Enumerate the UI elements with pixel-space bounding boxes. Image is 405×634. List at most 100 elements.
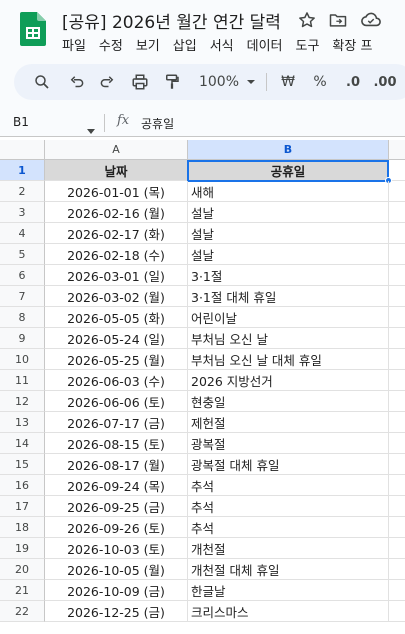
row-number[interactable]: 22 — [0, 601, 45, 622]
menu-format[interactable]: 서식 — [210, 35, 241, 54]
holiday-cell[interactable]: 부처님 오신 날 — [188, 328, 389, 349]
empty-cell[interactable] — [389, 349, 405, 370]
holiday-cell[interactable]: 새해 — [188, 181, 389, 202]
row-number[interactable]: 10 — [0, 349, 45, 370]
date-cell[interactable]: 2026-03-02 (월) — [45, 286, 188, 307]
holiday-cell[interactable]: 제헌절 — [188, 412, 389, 433]
empty-cell[interactable] — [389, 580, 405, 601]
holiday-cell[interactable]: 광복절 — [188, 433, 389, 454]
date-cell[interactable]: 2026-06-03 (수) — [45, 370, 188, 391]
empty-cell[interactable] — [389, 286, 405, 307]
name-box[interactable]: B1 — [13, 115, 29, 129]
empty-cell[interactable] — [389, 181, 405, 202]
header-cell-date[interactable]: 날짜 — [45, 160, 188, 181]
paint-format-icon[interactable] — [158, 64, 186, 100]
empty-cell[interactable] — [389, 202, 405, 223]
menu-edit[interactable]: 수정 — [99, 35, 130, 54]
empty-cell[interactable] — [389, 328, 405, 349]
row-number[interactable]: 16 — [0, 475, 45, 496]
sheets-logo-icon[interactable] — [20, 12, 46, 46]
holiday-cell[interactable]: 2026 지방선거 — [188, 370, 389, 391]
date-cell[interactable]: 2026-05-25 (월) — [45, 349, 188, 370]
row-number[interactable]: 19 — [0, 538, 45, 559]
row-number[interactable]: 11 — [0, 370, 45, 391]
select-all-corner[interactable] — [0, 140, 45, 160]
header-cell-holiday[interactable]: 공휴일 — [188, 160, 389, 181]
search-menus-icon[interactable] — [28, 64, 56, 100]
empty-cell[interactable] — [389, 433, 405, 454]
date-cell[interactable]: 2026-02-16 (월) — [45, 202, 188, 223]
holiday-cell[interactable]: 한글날 — [188, 580, 389, 601]
empty-cell[interactable] — [389, 538, 405, 559]
row-number[interactable]: 14 — [0, 433, 45, 454]
formula-input[interactable]: 공휴일 — [141, 115, 174, 132]
date-cell[interactable]: 2026-03-01 (일) — [45, 265, 188, 286]
empty-cell[interactable] — [389, 412, 405, 433]
date-cell[interactable]: 2026-05-05 (화) — [45, 307, 188, 328]
decrease-decimal-button[interactable]: .0 — [340, 64, 366, 100]
row-number[interactable]: 9 — [0, 328, 45, 349]
empty-cell[interactable] — [389, 475, 405, 496]
row-number[interactable]: 8 — [0, 307, 45, 328]
date-cell[interactable]: 2026-09-24 (목) — [45, 475, 188, 496]
column-header-c[interactable] — [389, 140, 405, 160]
row-number[interactable]: 13 — [0, 412, 45, 433]
menu-tools[interactable]: 도구 — [296, 35, 327, 54]
date-cell[interactable]: 2026-08-15 (토) — [45, 433, 188, 454]
empty-cell[interactable] — [389, 601, 405, 622]
column-header-b[interactable]: B — [188, 140, 389, 160]
empty-cell[interactable] — [389, 517, 405, 538]
holiday-cell[interactable]: 3·1절 대체 휴일 — [188, 286, 389, 307]
redo-icon[interactable] — [94, 64, 120, 100]
holiday-cell[interactable]: 추석 — [188, 475, 389, 496]
document-title[interactable]: [공유] 2026년 월간 연간 달력 — [62, 8, 281, 33]
empty-cell[interactable] — [389, 391, 405, 412]
row-number[interactable]: 15 — [0, 454, 45, 475]
holiday-cell[interactable]: 설날 — [188, 244, 389, 265]
menu-insert[interactable]: 삽입 — [173, 35, 204, 54]
holiday-cell[interactable]: 크리스마스 — [188, 601, 389, 622]
empty-cell[interactable] — [389, 223, 405, 244]
date-cell[interactable]: 2026-01-01 (목) — [45, 181, 188, 202]
holiday-cell[interactable]: 설날 — [188, 223, 389, 244]
zoom-dropdown-icon[interactable] — [244, 64, 258, 100]
date-cell[interactable]: 2026-09-25 (금) — [45, 496, 188, 517]
move-to-folder-icon[interactable] — [328, 10, 348, 30]
holiday-cell[interactable]: 3·1절 — [188, 265, 389, 286]
holiday-cell[interactable]: 개천절 대체 휴일 — [188, 559, 389, 580]
row-number[interactable]: 12 — [0, 391, 45, 412]
empty-cell[interactable] — [389, 496, 405, 517]
date-cell[interactable]: 2026-02-17 (화) — [45, 223, 188, 244]
menu-data[interactable]: 데이터 — [247, 35, 290, 54]
empty-cell[interactable] — [389, 454, 405, 475]
holiday-cell[interactable]: 추석 — [188, 496, 389, 517]
row-number[interactable]: 6 — [0, 265, 45, 286]
date-cell[interactable]: 2026-05-24 (일) — [45, 328, 188, 349]
holiday-cell[interactable]: 광복절 대체 휴일 — [188, 454, 389, 475]
row-number[interactable]: 7 — [0, 286, 45, 307]
row-number[interactable]: 18 — [0, 517, 45, 538]
row-number[interactable]: 17 — [0, 496, 45, 517]
row-number[interactable]: 20 — [0, 559, 45, 580]
row-number[interactable]: 5 — [0, 244, 45, 265]
percent-format-button[interactable]: % — [308, 64, 332, 100]
empty-cell[interactable] — [389, 265, 405, 286]
menu-extensions[interactable]: 확장 프 — [332, 35, 379, 54]
date-cell[interactable]: 2026-06-06 (토) — [45, 391, 188, 412]
row-number[interactable]: 3 — [0, 202, 45, 223]
date-cell[interactable]: 2026-10-05 (월) — [45, 559, 188, 580]
empty-cell[interactable] — [389, 559, 405, 580]
currency-format-button[interactable]: ₩ — [276, 64, 300, 100]
date-cell[interactable]: 2026-07-17 (금) — [45, 412, 188, 433]
date-cell[interactable]: 2026-10-03 (토) — [45, 538, 188, 559]
row-number[interactable]: 1 — [0, 160, 45, 181]
menu-view[interactable]: 보기 — [136, 35, 167, 54]
date-cell[interactable]: 2026-08-17 (월) — [45, 454, 188, 475]
row-number[interactable]: 4 — [0, 223, 45, 244]
holiday-cell[interactable]: 부처님 오신 날 대체 휴일 — [188, 349, 389, 370]
date-cell[interactable]: 2026-02-18 (수) — [45, 244, 188, 265]
star-icon[interactable] — [297, 10, 317, 30]
holiday-cell[interactable]: 현충일 — [188, 391, 389, 412]
row-number[interactable]: 21 — [0, 580, 45, 601]
zoom-select[interactable]: 100% — [194, 64, 244, 100]
